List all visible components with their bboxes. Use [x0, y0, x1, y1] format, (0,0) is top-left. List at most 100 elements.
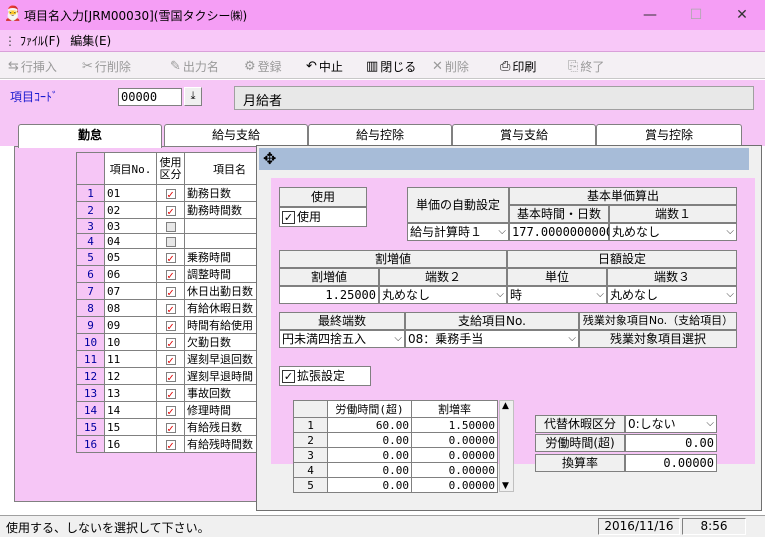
row-code[interactable]: 10	[104, 333, 157, 351]
row-use-checkbox[interactable]: ✓	[156, 282, 185, 300]
ext-row-rate[interactable]: 0.00000	[411, 462, 498, 478]
table-row[interactable]: 6 06 ✓ 調整時間	[76, 265, 275, 283]
scroll-down-icon[interactable]: ▼	[502, 481, 509, 491]
table-row[interactable]: 4 04	[76, 233, 275, 249]
minimize-icon[interactable]: —	[627, 0, 673, 30]
table-row[interactable]: 15 15 ✓ 有給残日数	[76, 418, 275, 436]
row-use-checkbox[interactable]: ✓	[156, 401, 185, 419]
row-code[interactable]: 06	[104, 265, 157, 283]
close-button[interactable]: ▥ 閉じる	[366, 56, 416, 76]
close-icon[interactable]: ✕	[719, 0, 765, 30]
auto-price-select[interactable]: 給与計算時１ ⌵	[407, 223, 509, 241]
delete-button[interactable]: ✕ 削除	[432, 56, 469, 76]
row-use-checkbox[interactable]: ✓	[156, 316, 185, 334]
row-code[interactable]: 12	[104, 367, 157, 385]
table-row[interactable]: 16 16 ✓ 有給残時間数	[76, 435, 275, 453]
table-row[interactable]: 2 0.00 0.00000	[293, 432, 498, 448]
move-icon[interactable]: ✥	[263, 149, 276, 168]
table-row[interactable]: 4 0.00 0.00000	[293, 462, 498, 478]
table-row[interactable]: 10 10 ✓ 欠勤日数	[76, 333, 275, 351]
row-use-checkbox[interactable]: ✓	[156, 184, 185, 202]
code-input[interactable]: 00000	[118, 88, 182, 106]
row-code[interactable]: 09	[104, 316, 157, 334]
tab-salary-pay[interactable]: 給与支給	[164, 124, 308, 146]
insert-row-button[interactable]: ⇆ 行挿入	[8, 56, 57, 76]
table-row[interactable]: 8 08 ✓ 有給休暇日数	[76, 299, 275, 317]
table-row[interactable]: 12 12 ✓ 遅刻早退時間	[76, 367, 275, 385]
scroll-up-icon[interactable]: ▲	[502, 401, 509, 411]
base-hours-input[interactable]: 177.0000000000	[509, 223, 613, 241]
unit-select[interactable]: 時 ⌵	[507, 286, 607, 304]
row-code[interactable]: 11	[104, 350, 157, 368]
premium-input[interactable]: 1.25000	[279, 286, 379, 304]
final-rounding-select[interactable]: 円未満四捨五入 ⌵	[279, 330, 405, 348]
substitute-select[interactable]: 0:しない ⌵	[625, 415, 717, 433]
print-button[interactable]: ⎙ 印刷	[500, 56, 536, 76]
row-code[interactable]: 02	[104, 201, 157, 219]
ext-row-hours[interactable]: 60.00	[327, 417, 412, 433]
dialog-title-bar[interactable]: ✥	[259, 148, 749, 170]
table-row[interactable]: 14 14 ✓ 修理時間	[76, 401, 275, 419]
ext-row-hours[interactable]: 0.00	[327, 462, 412, 478]
register-button[interactable]: ⚙ 登録	[244, 56, 282, 76]
output-name-button[interactable]: ✎ 出力名	[170, 56, 219, 76]
row-use-checkbox[interactable]: ✓	[156, 265, 185, 283]
row-code[interactable]: 03	[104, 218, 157, 234]
table-row[interactable]: 1 60.00 1.50000	[293, 417, 498, 433]
table-row[interactable]: 2 02 ✓ 勤務時間数	[76, 201, 275, 219]
exit-button[interactable]: ⎘ 終了	[568, 56, 604, 76]
maximize-icon[interactable]: ☐	[673, 0, 719, 30]
row-use-checkbox[interactable]: ✓	[156, 299, 185, 317]
tab-bonus-pay[interactable]: 賞与支給	[452, 124, 596, 146]
rounding3-select[interactable]: 丸めなし ⌵	[607, 286, 737, 304]
ext-row-hours[interactable]: 0.00	[327, 432, 412, 448]
ext-row-hours[interactable]: 0.00	[327, 477, 412, 493]
delete-row-button[interactable]: ✂ 行削除	[82, 56, 131, 76]
ext-row-rate[interactable]: 0.00000	[411, 447, 498, 463]
overtime-select-button[interactable]: 残業対象項目選択	[579, 330, 737, 348]
ext-row-rate[interactable]: 0.00000	[411, 477, 498, 493]
row-use-checkbox[interactable]: ✓	[156, 384, 185, 402]
table-row[interactable]: 7 07 ✓ 休日出勤日数	[76, 282, 275, 300]
table-row[interactable]: 1 01 ✓ 勤務日数	[76, 184, 275, 202]
row-code[interactable]: 14	[104, 401, 157, 419]
row-code[interactable]: 15	[104, 418, 157, 436]
table-row[interactable]: 3 0.00 0.00000	[293, 447, 498, 463]
row-use-checkbox[interactable]: ✓	[156, 418, 185, 436]
tab-bonus-deduct[interactable]: 賞与控除	[596, 124, 742, 146]
menu-edit[interactable]: 編集(E)	[70, 32, 111, 49]
work-hours-input[interactable]: 0.00	[625, 434, 717, 452]
row-code[interactable]: 07	[104, 282, 157, 300]
pay-item-select[interactable]: 08：乗務手当 ⌵	[405, 330, 579, 348]
table-row[interactable]: 9 09 ✓ 時間有給使用	[76, 316, 275, 334]
rounding1-select[interactable]: 丸めなし ⌵	[609, 223, 737, 241]
ext-row-rate[interactable]: 1.50000	[411, 417, 498, 433]
row-use-checkbox[interactable]: ✓	[156, 248, 185, 266]
row-code[interactable]: 08	[104, 299, 157, 317]
table-row[interactable]: 13 13 ✓ 事故回数	[76, 384, 275, 402]
row-use-checkbox[interactable]: ✓	[156, 435, 185, 453]
table-row[interactable]: 11 11 ✓ 遅刻早退回数	[76, 350, 275, 368]
tab-attendance[interactable]: 勤怠	[18, 124, 162, 148]
row-code[interactable]: 13	[104, 384, 157, 402]
ext-grid-scrollbar[interactable]: ▲ ▼	[499, 400, 514, 492]
table-row[interactable]: 3 03	[76, 218, 275, 234]
ext-row-hours[interactable]: 0.00	[327, 447, 412, 463]
conversion-input[interactable]: 0.00000	[625, 454, 717, 472]
row-use-checkbox[interactable]	[156, 218, 185, 234]
ext-row-rate[interactable]: 0.00000	[411, 432, 498, 448]
cancel-button[interactable]: ↶ 中止	[306, 56, 343, 76]
row-use-checkbox[interactable]: ✓	[156, 350, 185, 368]
row-code[interactable]: 05	[104, 248, 157, 266]
row-use-checkbox[interactable]: ✓	[156, 333, 185, 351]
table-row[interactable]: 5 0.00 0.00000	[293, 477, 498, 493]
extended-checkbox[interactable]: ✓ 拡張設定	[279, 366, 371, 386]
row-use-checkbox[interactable]	[156, 233, 185, 249]
row-use-checkbox[interactable]: ✓	[156, 201, 185, 219]
row-code[interactable]: 01	[104, 184, 157, 202]
row-code[interactable]: 16	[104, 435, 157, 453]
row-use-checkbox[interactable]: ✓	[156, 367, 185, 385]
use-checkbox[interactable]: ✓ 使用	[279, 207, 367, 227]
rounding2-select[interactable]: 丸めなし ⌵	[379, 286, 507, 304]
tab-salary-deduct[interactable]: 給与控除	[308, 124, 452, 146]
